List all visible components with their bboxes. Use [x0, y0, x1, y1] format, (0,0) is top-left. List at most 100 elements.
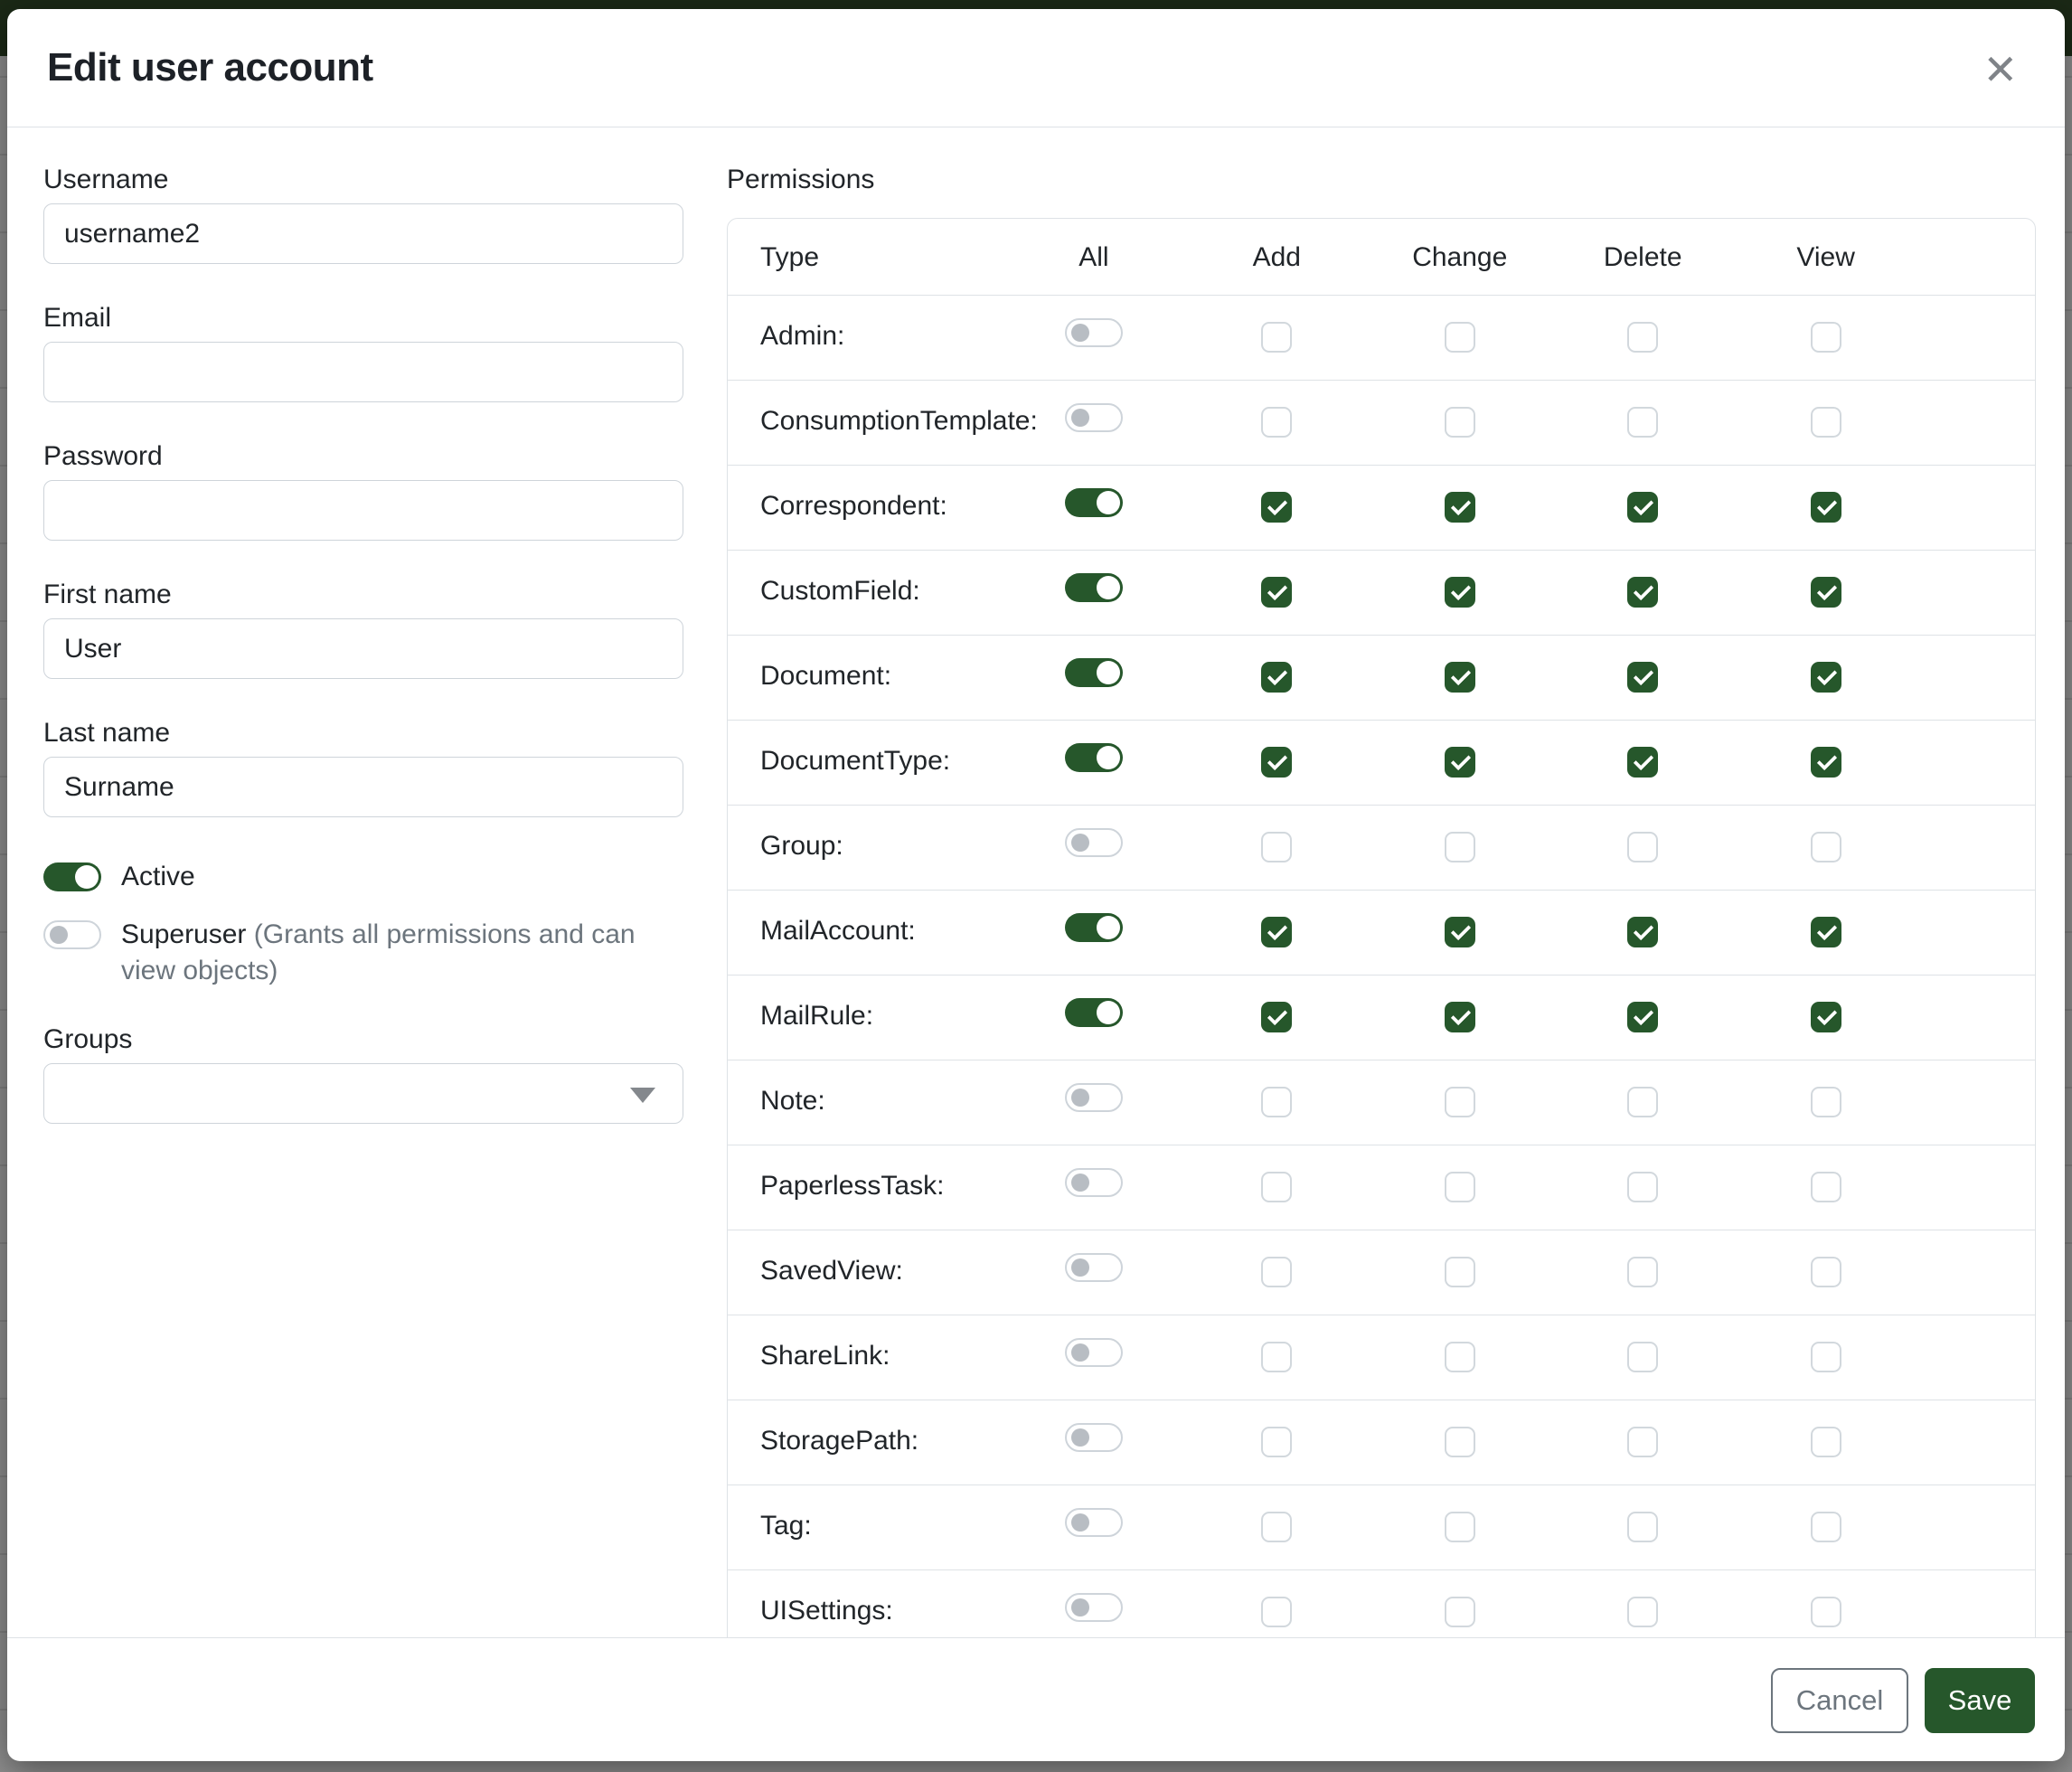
email-input[interactable]	[43, 342, 683, 402]
cancel-button[interactable]: Cancel	[1771, 1668, 1908, 1733]
view-checkbox[interactable]	[1811, 1342, 1841, 1372]
all-toggle[interactable]	[1065, 1253, 1123, 1282]
permissions-header-row: TypeAllAddChangeDeleteView	[728, 219, 2035, 296]
all-toggle[interactable]	[1065, 488, 1123, 517]
change-checkbox[interactable]	[1445, 917, 1475, 947]
all-toggle[interactable]	[1065, 998, 1123, 1027]
change-checkbox[interactable]	[1445, 1512, 1475, 1542]
delete-checkbox[interactable]	[1627, 1002, 1658, 1032]
table-row: ShareLink:	[728, 1315, 2035, 1400]
all-toggle[interactable]	[1065, 913, 1123, 942]
view-checkbox[interactable]	[1811, 1427, 1841, 1457]
all-toggle[interactable]	[1065, 1168, 1123, 1197]
delete-checkbox[interactable]	[1627, 1427, 1658, 1457]
view-checkbox[interactable]	[1811, 1172, 1841, 1202]
view-checkbox[interactable]	[1811, 1087, 1841, 1117]
superuser-toggle[interactable]	[43, 920, 101, 949]
first-name-input[interactable]	[43, 618, 683, 679]
all-toggle[interactable]	[1065, 1423, 1123, 1452]
change-checkbox[interactable]	[1445, 832, 1475, 862]
change-checkbox[interactable]	[1445, 1002, 1475, 1032]
add-checkbox[interactable]	[1261, 322, 1292, 353]
permission-type-label: PaperlessTask:	[728, 1145, 1003, 1230]
delete-checkbox[interactable]	[1627, 1087, 1658, 1117]
change-checkbox[interactable]	[1445, 747, 1475, 778]
all-toggle[interactable]	[1065, 658, 1123, 687]
add-checkbox[interactable]	[1261, 747, 1292, 778]
active-toggle[interactable]	[43, 862, 101, 891]
change-checkbox[interactable]	[1445, 322, 1475, 353]
add-checkbox[interactable]	[1261, 832, 1292, 862]
close-icon[interactable]: ✕	[1975, 45, 2025, 94]
add-checkbox[interactable]	[1261, 1427, 1292, 1457]
delete-checkbox[interactable]	[1627, 1597, 1658, 1627]
change-checkbox[interactable]	[1445, 1342, 1475, 1372]
all-toggle[interactable]	[1065, 573, 1123, 602]
delete-checkbox[interactable]	[1627, 1342, 1658, 1372]
view-checkbox[interactable]	[1811, 577, 1841, 608]
last-name-input[interactable]	[43, 757, 683, 817]
add-checkbox[interactable]	[1261, 1597, 1292, 1627]
view-checkbox[interactable]	[1811, 407, 1841, 438]
change-checkbox[interactable]	[1445, 1172, 1475, 1202]
view-checkbox[interactable]	[1811, 1512, 1841, 1542]
add-checkbox[interactable]	[1261, 917, 1292, 947]
add-checkbox[interactable]	[1261, 1342, 1292, 1372]
view-checkbox[interactable]	[1811, 832, 1841, 862]
view-checkbox[interactable]	[1811, 1597, 1841, 1627]
groups-select[interactable]	[43, 1063, 683, 1124]
username-input[interactable]	[43, 203, 683, 264]
view-checkbox[interactable]	[1811, 322, 1841, 353]
all-toggle[interactable]	[1065, 1083, 1123, 1112]
all-toggle[interactable]	[1065, 403, 1123, 432]
change-checkbox[interactable]	[1445, 662, 1475, 693]
change-checkbox[interactable]	[1445, 1597, 1475, 1627]
view-checkbox[interactable]	[1811, 1257, 1841, 1287]
all-toggle[interactable]	[1065, 318, 1123, 347]
save-button[interactable]: Save	[1925, 1668, 2035, 1733]
add-checkbox[interactable]	[1261, 1257, 1292, 1287]
view-checkbox[interactable]	[1811, 917, 1841, 947]
view-checkbox[interactable]	[1811, 1002, 1841, 1032]
delete-checkbox[interactable]	[1627, 577, 1658, 608]
all-toggle[interactable]	[1065, 1593, 1123, 1622]
add-checkbox[interactable]	[1261, 662, 1292, 693]
change-checkbox[interactable]	[1445, 492, 1475, 523]
change-checkbox[interactable]	[1445, 1087, 1475, 1117]
delete-checkbox[interactable]	[1627, 322, 1658, 353]
add-checkbox[interactable]	[1261, 492, 1292, 523]
view-checkbox[interactable]	[1811, 662, 1841, 693]
delete-checkbox[interactable]	[1627, 492, 1658, 523]
add-checkbox[interactable]	[1261, 1512, 1292, 1542]
delete-checkbox[interactable]	[1627, 747, 1658, 778]
user-form: Username Email Password First name Last …	[43, 164, 683, 1637]
groups-label: Groups	[43, 1023, 683, 1055]
add-checkbox[interactable]	[1261, 1172, 1292, 1202]
delete-checkbox[interactable]	[1627, 1172, 1658, 1202]
add-checkbox[interactable]	[1261, 1002, 1292, 1032]
change-checkbox[interactable]	[1445, 407, 1475, 438]
delete-checkbox[interactable]	[1627, 1257, 1658, 1287]
all-toggle[interactable]	[1065, 743, 1123, 772]
password-input[interactable]	[43, 480, 683, 541]
delete-checkbox[interactable]	[1627, 1512, 1658, 1542]
view-checkbox[interactable]	[1811, 492, 1841, 523]
change-checkbox[interactable]	[1445, 1427, 1475, 1457]
change-checkbox[interactable]	[1445, 577, 1475, 608]
modal-title: Edit user account	[47, 45, 373, 90]
permission-type-label: SavedView:	[728, 1230, 1003, 1315]
all-toggle[interactable]	[1065, 1508, 1123, 1537]
all-toggle[interactable]	[1065, 828, 1123, 857]
add-checkbox[interactable]	[1261, 407, 1292, 438]
delete-checkbox[interactable]	[1627, 662, 1658, 693]
delete-checkbox[interactable]	[1627, 917, 1658, 947]
password-label: Password	[43, 440, 683, 472]
delete-checkbox[interactable]	[1627, 832, 1658, 862]
column-header-all: All	[1003, 219, 1185, 296]
change-checkbox[interactable]	[1445, 1257, 1475, 1287]
delete-checkbox[interactable]	[1627, 407, 1658, 438]
add-checkbox[interactable]	[1261, 1087, 1292, 1117]
all-toggle[interactable]	[1065, 1338, 1123, 1367]
add-checkbox[interactable]	[1261, 577, 1292, 608]
view-checkbox[interactable]	[1811, 747, 1841, 778]
